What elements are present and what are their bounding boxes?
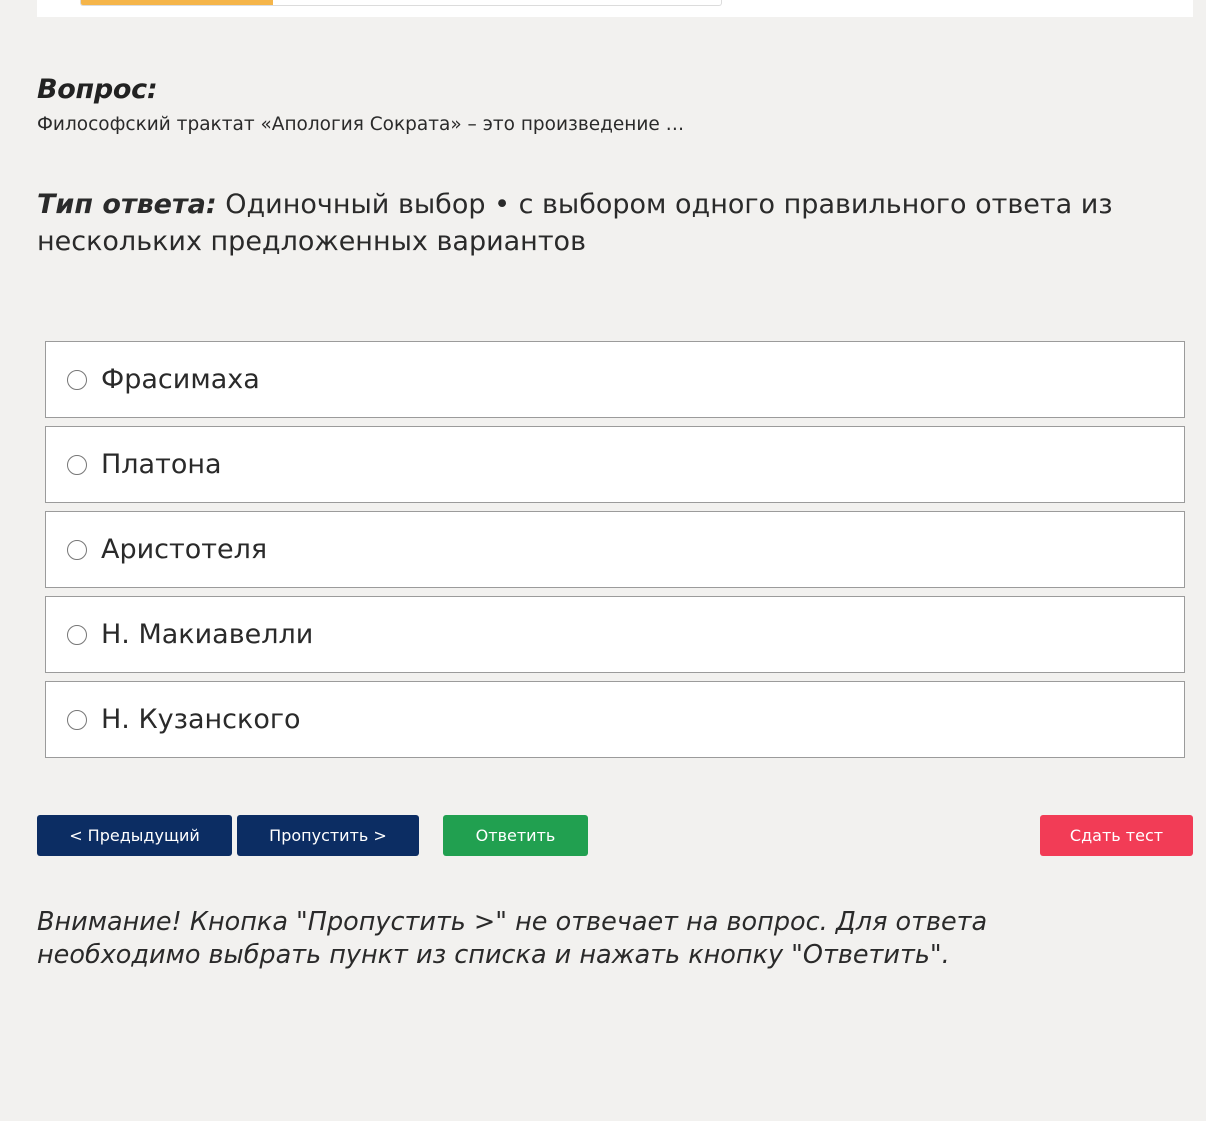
radio-button[interactable] bbox=[67, 624, 87, 645]
top-panel bbox=[37, 0, 1193, 17]
answer-option-3[interactable]: Аристотеля bbox=[45, 511, 1185, 588]
answer-type-label: Тип ответа: bbox=[37, 189, 217, 220]
answer-option-label: Н. Макиавелли bbox=[101, 619, 314, 650]
answer-option-label: Аристотеля bbox=[101, 534, 268, 565]
radio-button[interactable] bbox=[67, 454, 87, 475]
answer-options: Фрасимаха Платона Аристотеля Н. Макиавел… bbox=[45, 341, 1185, 766]
finish-test-button[interactable]: Сдать тест bbox=[1040, 815, 1193, 856]
answer-type: Тип ответа: Одиночный выбор • с выбором … bbox=[37, 186, 1137, 260]
radio-button[interactable] bbox=[67, 369, 87, 390]
answer-option-2[interactable]: Платона bbox=[45, 426, 1185, 503]
radio-button[interactable] bbox=[67, 539, 87, 560]
answer-option-label: Платона bbox=[101, 449, 222, 480]
answer-option-4[interactable]: Н. Макиавелли bbox=[45, 596, 1185, 673]
answer-option-1[interactable]: Фрасимаха bbox=[45, 341, 1185, 418]
answer-option-5[interactable]: Н. Кузанского bbox=[45, 681, 1185, 758]
radio-button[interactable] bbox=[67, 709, 87, 730]
question-heading: Вопрос: bbox=[37, 74, 158, 105]
progress-bar bbox=[80, 0, 722, 6]
answer-option-label: Фрасимаха bbox=[101, 364, 260, 395]
skip-button[interactable]: Пропустить > bbox=[237, 815, 419, 856]
answer-button[interactable]: Ответить bbox=[443, 815, 588, 856]
progress-bar-fill bbox=[81, 0, 273, 5]
question-text: Философский трактат «Апология Сократа» –… bbox=[37, 114, 685, 135]
answer-option-label: Н. Кузанского bbox=[101, 704, 301, 735]
warning-text: Внимание! Кнопка "Пропустить >" не отвеч… bbox=[37, 907, 988, 970]
previous-button[interactable]: < Предыдущий bbox=[37, 815, 232, 856]
